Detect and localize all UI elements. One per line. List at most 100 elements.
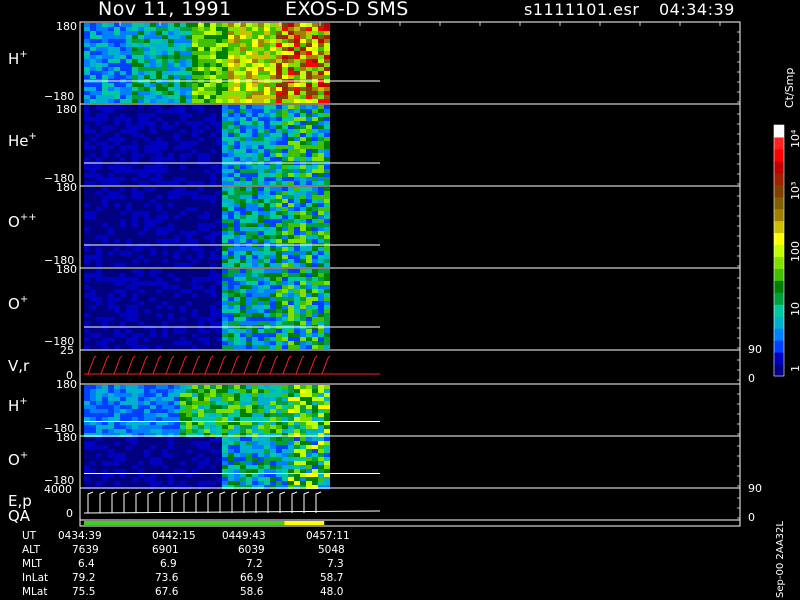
spec-cell — [126, 481, 132, 485]
spec-cell — [270, 425, 276, 429]
spec-cell — [306, 481, 312, 485]
spec-cell — [126, 255, 132, 259]
spec-cell — [318, 293, 324, 297]
spec-cell — [300, 187, 306, 191]
spec-cell — [174, 117, 180, 121]
spec-cell — [288, 203, 294, 207]
spec-cell — [270, 453, 276, 457]
spec-cell — [162, 223, 168, 227]
spec-cell — [96, 263, 102, 267]
spec-cell — [144, 215, 150, 219]
spec-cell — [312, 113, 318, 117]
spec-cell — [234, 457, 240, 461]
spec-cell — [216, 333, 222, 337]
spec-cell — [210, 397, 216, 401]
spec-cell — [90, 259, 96, 263]
spec-cell — [318, 137, 324, 141]
spec-cell — [228, 333, 234, 337]
spec-cell — [90, 477, 96, 481]
spec-cell — [102, 191, 108, 195]
spec-cell — [288, 465, 294, 469]
spec-cell — [258, 255, 264, 259]
spec-cell — [270, 211, 276, 215]
spec-cell — [240, 389, 246, 393]
spec-cell — [294, 83, 300, 87]
spec-cell — [132, 43, 138, 47]
spec-cell — [180, 469, 186, 473]
spec-cell — [102, 51, 108, 55]
spec-cell — [228, 199, 234, 203]
spec-cell — [252, 153, 258, 157]
spec-cell — [126, 313, 132, 317]
spec-cell — [192, 55, 198, 59]
spec-cell — [156, 219, 162, 223]
spec-cell — [222, 235, 228, 239]
spec-cell — [132, 149, 138, 153]
spec-cell — [126, 141, 132, 145]
spec-cell — [96, 211, 102, 215]
spec-cell — [186, 289, 192, 293]
rtick-vr-min: 0 — [748, 372, 755, 385]
spec-cell — [252, 413, 258, 417]
spec-cell — [138, 301, 144, 305]
spec-cell — [210, 43, 216, 47]
spec-cell — [132, 125, 138, 129]
spec-cell — [234, 429, 240, 433]
spec-cell — [228, 43, 234, 47]
spec-cell — [162, 333, 168, 337]
spec-cell — [300, 329, 306, 333]
spec-cell — [300, 239, 306, 243]
spec-cell — [318, 141, 324, 145]
spec-cell — [198, 457, 204, 461]
spec-cell — [138, 457, 144, 461]
spec-cell — [126, 309, 132, 313]
spec-cell — [228, 71, 234, 75]
spec-cell — [84, 219, 90, 223]
spec-cell — [132, 441, 138, 445]
spec-cell — [120, 59, 126, 63]
spec-cell — [216, 47, 222, 51]
spec-cell — [108, 285, 114, 289]
spec-cell — [108, 321, 114, 325]
spec-cell — [234, 35, 240, 39]
spec-cell — [144, 309, 150, 313]
spec-cell — [282, 457, 288, 461]
spec-cell — [258, 385, 264, 389]
spec-cell — [270, 31, 276, 35]
spec-cell — [138, 405, 144, 409]
spec-cell — [114, 385, 120, 389]
spec-cell — [108, 465, 114, 469]
spec-cell — [282, 231, 288, 235]
spec-cell — [186, 469, 192, 473]
spec-cell — [114, 305, 120, 309]
spec-cell — [186, 227, 192, 231]
spec-cell — [138, 413, 144, 417]
spec-cell — [150, 469, 156, 473]
spec-cell — [138, 465, 144, 469]
spec-cell — [234, 305, 240, 309]
spec-cell — [288, 145, 294, 149]
spec-cell — [234, 277, 240, 281]
spec-cell — [108, 219, 114, 223]
spec-cell — [84, 445, 90, 449]
spec-cell — [180, 113, 186, 117]
spec-cell — [312, 449, 318, 453]
spec-cell — [270, 345, 276, 349]
spec-cell — [228, 91, 234, 95]
spec-cell — [306, 141, 312, 145]
spec-cell — [294, 255, 300, 259]
spec-cell — [264, 133, 270, 137]
spec-cell — [114, 39, 120, 43]
spec-cell — [234, 187, 240, 191]
spec-cell — [132, 191, 138, 195]
spec-cell — [96, 255, 102, 259]
spec-cell — [228, 337, 234, 341]
spec-cell — [186, 385, 192, 389]
spec-cell — [126, 341, 132, 345]
spec-cell — [120, 269, 126, 273]
spec-cell — [138, 337, 144, 341]
spec-cell — [240, 145, 246, 149]
footer-row-alt: ALT 7639 6901 6039 5048 — [0, 544, 760, 557]
spec-cell — [300, 457, 306, 461]
spec-cell — [138, 235, 144, 239]
